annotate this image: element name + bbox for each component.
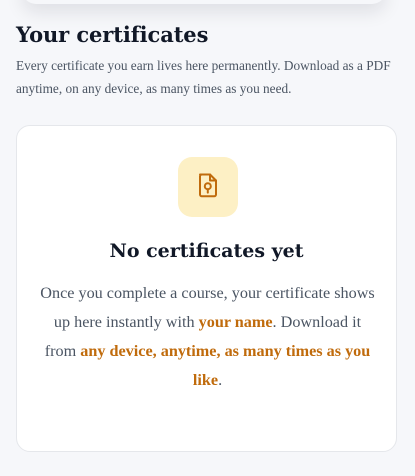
certificates-section: Your certificates Every certificate you … [16, 22, 399, 101]
previous-card-edge [22, 0, 386, 4]
empty-state-title: No certificates yet [109, 240, 304, 262]
certificate-icon-tile [178, 157, 238, 217]
section-title: Your certificates [16, 22, 209, 47]
empty-certificates-card: No certificates yet Once you complete a … [16, 125, 397, 452]
empty-state-message: Once you complete a course, your certifi… [39, 279, 376, 396]
section-description: Every certificate you earn lives here pe… [16, 58, 391, 97]
empty-message-period: . [218, 371, 223, 390]
your-name-highlight: your name [198, 313, 273, 332]
certificate-file-icon [195, 171, 221, 203]
download-anytime-highlight: any device, anytime, as many times as yo… [80, 342, 371, 390]
